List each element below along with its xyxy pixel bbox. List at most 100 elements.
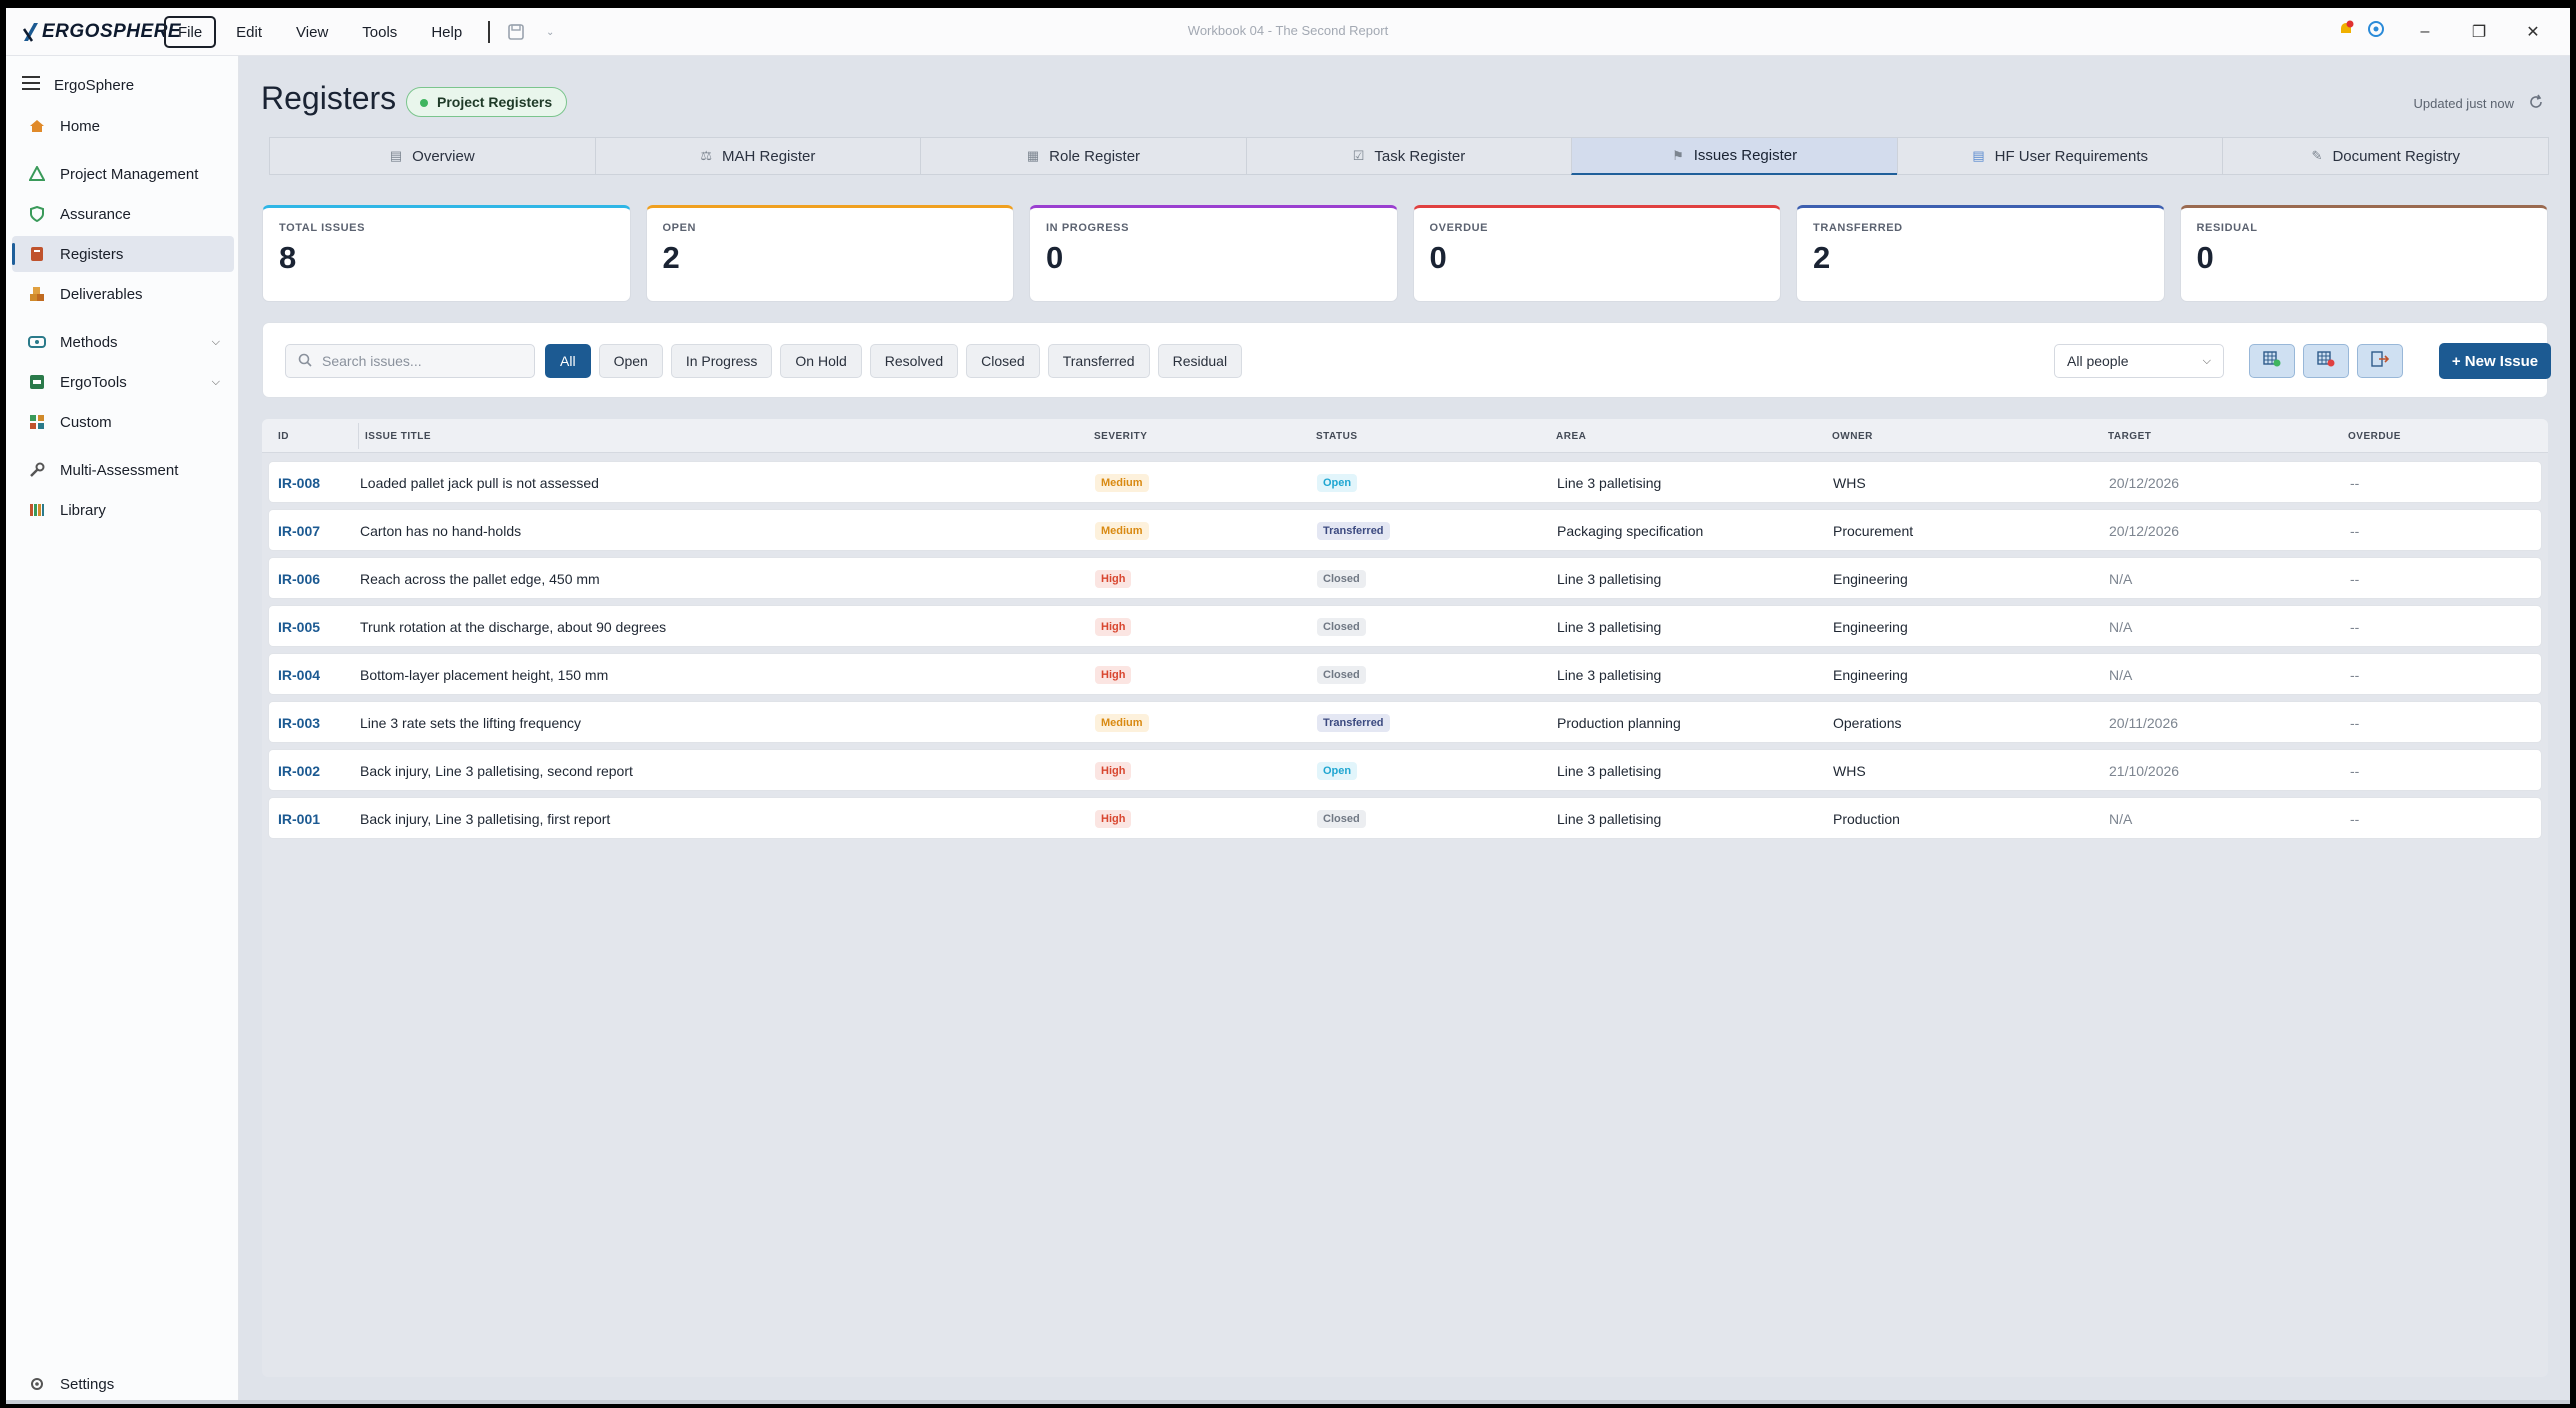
add-table-button[interactable] <box>2249 344 2295 378</box>
tab-mah-register[interactable]: ⚖ MAH Register <box>594 137 922 175</box>
new-issue-button[interactable]: + New Issue <box>2439 343 2551 379</box>
menu-file[interactable]: File <box>164 16 217 48</box>
filter-in-progress[interactable]: In Progress <box>670 344 773 378</box>
table-row[interactable]: IR-004 Bottom-layer placement height, 150… <box>268 653 2542 695</box>
tab-issues-register[interactable]: ⚑ Issues Register <box>1571 137 1898 175</box>
header-severity[interactable]: SEVERITY <box>1094 431 1147 442</box>
wrench-icon <box>28 461 46 479</box>
minimize-icon[interactable]: – <box>2402 16 2448 48</box>
table-row[interactable]: IR-001 Back injury, Line 3 palletising, f… <box>268 797 2542 839</box>
table-row[interactable]: IR-002 Back injury, Line 3 palletising, s… <box>268 749 2542 791</box>
status-strip <box>6 1400 2570 1404</box>
sidebar-item-library[interactable]: Library <box>12 492 234 528</box>
issue-id-link[interactable]: IR-003 <box>278 715 320 731</box>
target-cell: 21/10/2026 <box>2109 763 2180 779</box>
issue-id-link[interactable]: IR-007 <box>278 523 320 539</box>
filter-open[interactable]: Open <box>598 344 663 378</box>
status-badge: Closed <box>1317 666 1366 684</box>
issue-id-link[interactable]: IR-008 <box>278 475 320 491</box>
sidebar-item-assurance[interactable]: Assurance <box>12 196 234 232</box>
owner-cell: Operations <box>1833 715 1902 731</box>
target-cell: N/A <box>2109 619 2133 635</box>
sidebar-item-registers[interactable]: Registers <box>12 236 234 272</box>
search-placeholder: Search issues... <box>322 353 422 369</box>
sidebar-item-methods[interactable]: Methods ⌵ <box>12 324 234 360</box>
sidebar-item-multi-assessment[interactable]: Multi-Assessment <box>12 452 234 488</box>
severity-badge: High <box>1095 618 1132 636</box>
header-owner[interactable]: OWNER <box>1832 431 1873 442</box>
hamburger-icon[interactable] <box>22 76 40 94</box>
tab-document-registry[interactable]: ✎ Document Registry <box>2222 137 2550 175</box>
export-button[interactable] <box>2357 344 2403 378</box>
filter-transferred[interactable]: Transferred <box>1047 344 1150 378</box>
issue-id-link[interactable]: IR-001 <box>278 811 320 827</box>
table-remove-icon <box>2317 351 2335 371</box>
card-overdue: OVERDUE 0 <box>1412 205 1781 302</box>
restore-icon[interactable]: ❐ <box>2456 16 2502 48</box>
filter-all[interactable]: All <box>545 344 591 378</box>
header-overdue[interactable]: OVERDUE <box>2348 431 2401 442</box>
sidebar-item-deliverables[interactable]: Deliverables <box>12 276 234 312</box>
sidebar-item-project-management[interactable]: Project Management <box>12 156 234 192</box>
menu-tools[interactable]: Tools <box>348 16 411 48</box>
header-id[interactable]: ID <box>278 431 289 442</box>
header-area[interactable]: AREA <box>1556 431 1586 442</box>
area-cell: Line 3 palletising <box>1557 619 1662 635</box>
target-cell: 20/11/2026 <box>2109 715 2179 731</box>
card-label: IN PROGRESS <box>1046 222 1130 234</box>
sidebar-item-settings[interactable]: Settings <box>12 1366 234 1402</box>
bell-icon[interactable] <box>2337 20 2355 42</box>
table-row[interactable]: IR-003 Line 3 rate sets the lifting frequ… <box>268 701 2542 743</box>
people-select[interactable]: All people ⌵ <box>2054 344 2224 378</box>
sidebar: ErgoSphere Home Project Management Assur… <box>6 56 239 1404</box>
filter-resolved[interactable]: Resolved <box>869 344 959 378</box>
chevron-down-icon[interactable]: ⌄ <box>536 18 564 46</box>
card-label: RESIDUAL <box>2196 222 2258 234</box>
search-input[interactable]: Search issues... <box>285 344 535 378</box>
table-row[interactable]: IR-008 Loaded pallet jack pull is not ass… <box>268 461 2542 503</box>
close-icon[interactable]: ✕ <box>2510 16 2556 48</box>
tab-role-register[interactable]: ▦ Role Register <box>920 137 1247 175</box>
table-row[interactable]: IR-005 Trunk rotation at the discharge, a… <box>268 605 2542 647</box>
library-icon <box>28 501 46 519</box>
issue-title: Reach across the pallet edge, 450 mm <box>360 571 600 587</box>
issue-id-link[interactable]: IR-005 <box>278 619 320 635</box>
status-badge: Closed <box>1317 810 1366 828</box>
issue-id-link[interactable]: IR-004 <box>278 667 320 683</box>
tab-label: HF User Requirements <box>1994 147 2149 165</box>
refresh-icon[interactable] <box>2528 94 2544 113</box>
chevron-down-icon[interactable]: ⌵ <box>212 336 220 349</box>
chat-icon[interactable] <box>2367 20 2385 42</box>
delete-table-button[interactable] <box>2303 344 2349 378</box>
header-target[interactable]: TARGET <box>2108 431 2151 442</box>
tab-task-register[interactable]: ☑ Task Register <box>1245 137 1573 175</box>
menu-help[interactable]: Help <box>417 16 476 48</box>
card-open: OPEN 2 <box>645 205 1014 302</box>
issue-title: Trunk rotation at the discharge, about 9… <box>360 619 667 635</box>
sidebar-item-custom[interactable]: Custom <box>12 404 234 440</box>
header-status[interactable]: STATUS <box>1316 431 1358 442</box>
issue-id-link[interactable]: IR-002 <box>278 763 320 779</box>
sidebar-item-ergotools[interactable]: ErgoTools ⌵ <box>12 364 234 400</box>
filter-residual[interactable]: Residual <box>1157 344 1243 378</box>
menu-edit[interactable]: Edit <box>222 16 276 48</box>
tab-overview[interactable]: ▤ Overview <box>269 137 596 175</box>
tools-icon <box>28 373 46 391</box>
issue-title: Line 3 rate sets the lifting frequency <box>360 715 582 731</box>
owner-cell: WHS <box>1833 763 1866 779</box>
save-icon[interactable] <box>502 18 530 46</box>
tab-hf-user-requirements[interactable]: ▤ HF User Requirements <box>1896 137 2224 175</box>
chevron-down-icon[interactable]: ⌵ <box>212 376 220 389</box>
sidebar-item-home[interactable]: Home <box>12 108 234 144</box>
header-issue-title[interactable]: ISSUE TITLE <box>365 431 431 442</box>
owner-cell: Engineering <box>1833 571 1908 587</box>
filter-on-hold[interactable]: On Hold <box>780 344 862 378</box>
filter-closed[interactable]: Closed <box>966 344 1040 378</box>
logo-icon <box>22 23 38 42</box>
overview-icon: ▤ <box>389 148 403 163</box>
issue-id-link[interactable]: IR-006 <box>278 571 320 587</box>
table-row[interactable]: IR-007 Carton has no hand-holds Medium Tran… <box>268 509 2542 551</box>
tab-label: MAH Register <box>722 147 816 165</box>
table-row[interactable]: IR-006 Reach across the pallet edge, 450 … <box>268 557 2542 599</box>
menu-view[interactable]: View <box>282 16 342 48</box>
